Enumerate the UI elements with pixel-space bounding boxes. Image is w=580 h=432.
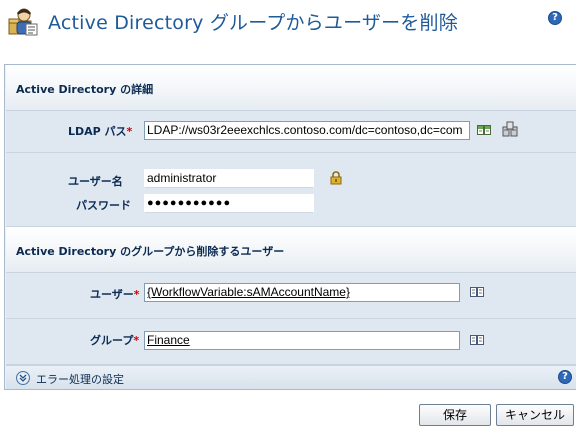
page-title: Active Directory グループからユーザーを削除 <box>48 12 458 34</box>
save-button[interactable]: 保存 <box>419 404 491 426</box>
address-book-icon[interactable] <box>477 124 491 136</box>
group-label: グループ* <box>90 334 140 347</box>
section-title: Active Directory の詳細 <box>16 83 154 96</box>
user-input[interactable]: {WorkflowVariable:sAMAccountName} <box>144 283 460 302</box>
address-book-icon[interactable] <box>470 334 484 346</box>
username-label: ユーザー名 <box>68 175 123 188</box>
section-header-ad-details: Active Directory の詳細 <box>6 65 576 111</box>
group-row: グループ* Finance <box>6 319 576 365</box>
error-handling-bar[interactable]: エラー処理の設定 ? <box>6 365 576 389</box>
ldap-path-input[interactable]: LDAP://ws03r2eeexchlcs.contoso.com/dc=co… <box>144 121 470 140</box>
directory-browse-icon[interactable] <box>502 121 518 137</box>
credentials-row: ユーザー名 administrator パスワード ●●●●●●●●●●● <box>6 153 576 227</box>
user-label: ユーザー* <box>90 288 140 301</box>
section-title: Active Directory のグループから削除するユーザー <box>16 245 285 258</box>
section-header-remove-user: Active Directory のグループから削除するユーザー <box>6 227 576 273</box>
lock-icon <box>330 171 342 185</box>
expand-chevron-icon[interactable] <box>16 371 30 385</box>
help-icon[interactable]: ? <box>558 370 572 384</box>
address-book-icon[interactable] <box>470 286 484 298</box>
password-label: パスワード <box>76 199 131 212</box>
group-input[interactable]: Finance <box>144 331 460 350</box>
cancel-button[interactable]: キャンセル <box>496 404 574 426</box>
ldap-row: LDAP パス* LDAP://ws03r2eeexchlcs.contoso.… <box>6 111 576 153</box>
error-settings-label[interactable]: エラー処理の設定 <box>36 371 124 387</box>
ldap-label: LDAP パス* <box>68 125 133 138</box>
help-icon[interactable]: ? <box>548 11 562 25</box>
username-input[interactable]: administrator <box>144 169 314 188</box>
dialog-header: Active Directory グループからユーザーを削除 ? <box>0 0 580 42</box>
password-input[interactable]: ●●●●●●●●●●● <box>144 194 314 213</box>
workflow-action-form: Active Directory の詳細 LDAP パス* LDAP://ws0… <box>4 64 576 390</box>
user-row: ユーザー* {WorkflowVariable:sAMAccountName} <box>6 273 576 319</box>
directory-user-icon <box>8 8 38 36</box>
